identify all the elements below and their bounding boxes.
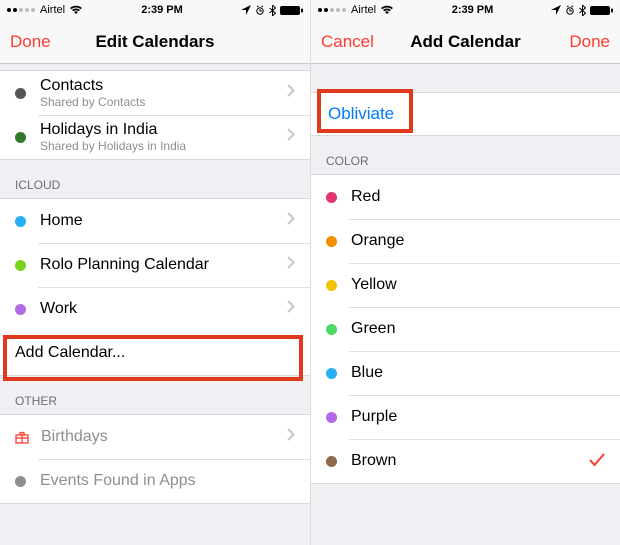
section-header-other: OTHER: [0, 376, 310, 414]
wifi-icon: [69, 5, 83, 15]
gift-icon: [15, 430, 29, 444]
color-name: Blue: [351, 364, 605, 382]
done-button[interactable]: Done: [569, 32, 610, 52]
signal-icon: [6, 6, 36, 14]
calendar-name: Holidays in India: [40, 121, 287, 139]
calendar-name: Rolo Planning Calendar: [40, 256, 287, 274]
color-dot-icon: [326, 236, 337, 247]
color-name: Purple: [351, 408, 605, 426]
events-label: Events Found in Apps: [40, 472, 295, 490]
color-name: Orange: [351, 232, 605, 250]
section-header-icloud: ICLOUD: [0, 160, 310, 198]
color-row-purple[interactable]: Purple: [311, 395, 620, 439]
chevron-right-icon: [287, 428, 295, 446]
alarm-icon: [255, 5, 265, 15]
done-button[interactable]: Done: [10, 32, 51, 52]
calendar-sub: Shared by Contacts: [40, 95, 287, 109]
navbar: Cancel Add Calendar Done: [311, 20, 620, 64]
color-row-yellow[interactable]: Yellow: [311, 263, 620, 307]
calendar-name: Home: [40, 212, 287, 230]
navbar: Done Edit Calendars: [0, 20, 310, 64]
birthdays-label: Birthdays: [41, 428, 287, 446]
calendar-row[interactable]: ContactsShared by Contacts: [0, 71, 310, 115]
alarm-icon: [565, 5, 575, 15]
calendar-name-row[interactable]: [311, 92, 620, 136]
phone-right: Airtel 2:39 PM Cancel Add Calendar Done: [310, 0, 620, 545]
bluetooth-icon: [269, 5, 276, 16]
calendar-row[interactable]: Home: [0, 199, 310, 243]
color-row-green[interactable]: Green: [311, 307, 620, 351]
content-scroll[interactable]: ContactsShared by ContactsHolidays in In…: [0, 64, 310, 545]
color-dot-icon: [326, 324, 337, 335]
wifi-icon: [380, 5, 394, 15]
chevron-right-icon: [287, 212, 295, 230]
color-dot-icon: [326, 412, 337, 423]
dot-icon: [15, 260, 26, 271]
chevron-right-icon: [287, 84, 295, 102]
add-calendar-label: Add Calendar...: [15, 344, 125, 362]
clock-label: 2:39 PM: [141, 4, 183, 16]
color-dot-icon: [326, 192, 337, 203]
color-row-blue[interactable]: Blue: [311, 351, 620, 395]
events-in-apps-row[interactable]: Events Found in Apps: [0, 459, 310, 503]
dot-icon: [15, 476, 26, 487]
color-name: Brown: [351, 452, 589, 470]
location-icon: [551, 5, 561, 15]
signal-icon: [317, 6, 347, 14]
color-row-orange[interactable]: Orange: [311, 219, 620, 263]
birthdays-row[interactable]: Birthdays: [0, 415, 310, 459]
dot-icon: [15, 216, 26, 227]
status-bar: Airtel 2:39 PM: [0, 0, 310, 20]
carrier-label: Airtel: [40, 4, 65, 16]
location-icon: [241, 5, 251, 15]
dot-icon: [15, 304, 26, 315]
calendar-sub: Shared by Holidays in India: [40, 139, 287, 153]
dot-icon: [15, 88, 26, 99]
phone-left: Airtel 2:39 PM: [0, 0, 310, 545]
color-name: Yellow: [351, 276, 605, 294]
calendar-name-input[interactable]: [326, 103, 605, 125]
color-name: Red: [351, 188, 605, 206]
bluetooth-icon: [579, 5, 586, 16]
color-name: Green: [351, 320, 605, 338]
calendar-row[interactable]: Work: [0, 287, 310, 331]
content-scroll[interactable]: COLOR Red Orange Yellow Green Blue Purple Brow…: [311, 64, 620, 545]
chevron-right-icon: [287, 300, 295, 318]
color-row-red[interactable]: Red: [311, 175, 620, 219]
battery-icon: [590, 5, 614, 16]
clock-label: 2:39 PM: [452, 4, 494, 16]
checkmark-icon: [589, 451, 605, 472]
battery-icon: [280, 5, 304, 16]
calendar-name: Work: [40, 300, 287, 318]
chevron-right-icon: [287, 128, 295, 146]
status-bar: Airtel 2:39 PM: [311, 0, 620, 20]
add-calendar-row[interactable]: Add Calendar...: [0, 331, 310, 375]
color-dot-icon: [326, 456, 337, 467]
calendar-row[interactable]: Rolo Planning Calendar: [0, 243, 310, 287]
color-row-brown[interactable]: Brown: [311, 439, 620, 483]
calendar-name: Contacts: [40, 77, 287, 95]
section-header-color: COLOR: [311, 136, 620, 174]
color-dot-icon: [326, 280, 337, 291]
chevron-right-icon: [287, 256, 295, 274]
calendar-row[interactable]: Holidays in IndiaShared by Holidays in I…: [0, 115, 310, 159]
dot-icon: [15, 132, 26, 143]
cancel-button[interactable]: Cancel: [321, 32, 374, 52]
carrier-label: Airtel: [351, 4, 376, 16]
color-dot-icon: [326, 368, 337, 379]
